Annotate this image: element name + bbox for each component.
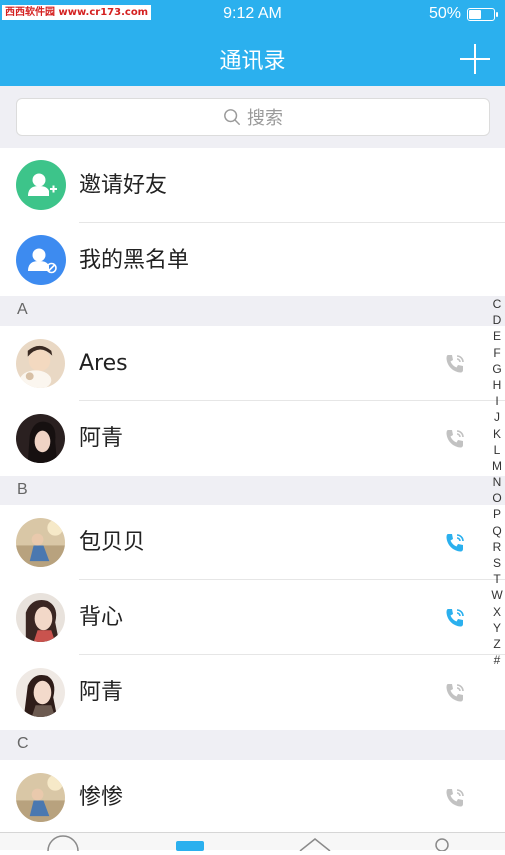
avatar [16, 593, 65, 642]
avatar [16, 414, 65, 463]
avatar [16, 773, 65, 822]
invite-friends-label: 邀请好友 [79, 173, 168, 198]
tab-bar-icons [47, 835, 449, 852]
index-letter[interactable]: C [489, 296, 505, 312]
index-letter[interactable]: T [489, 571, 505, 587]
contact-row[interactable]: 包贝贝 [0, 505, 505, 580]
battery-icon [467, 8, 498, 21]
blocked-user-icon [16, 235, 66, 285]
nav-bar: 通讯录 [0, 28, 505, 86]
index-letter[interactable]: D [489, 312, 505, 328]
contact-row[interactable]: 阿青 [0, 401, 505, 476]
invite-user-icon [16, 160, 66, 210]
phone-icon[interactable] [443, 786, 467, 810]
contact-row[interactable]: 阿青 [0, 655, 505, 730]
index-letter[interactable]: Y [489, 620, 505, 636]
index-letter[interactable]: H [489, 377, 505, 393]
phone-icon[interactable] [443, 681, 467, 705]
add-contact-button[interactable] [460, 44, 490, 74]
search-icon [224, 109, 240, 125]
index-letter[interactable]: L [489, 442, 505, 458]
index-letter[interactable]: K [489, 426, 505, 442]
page-title: 通讯录 [219, 49, 286, 74]
index-letter[interactable]: R [489, 539, 505, 555]
avatar [16, 339, 65, 388]
contact-name: Ares [79, 351, 128, 376]
status-bar: 西西软件园 www.cr173.com 9:12 AM 50% [0, 0, 505, 28]
index-letter[interactable]: P [489, 506, 505, 522]
avatar [16, 668, 65, 717]
contact-name: 惨惨 [79, 785, 124, 810]
search-placeholder: 搜索 [247, 108, 283, 129]
index-letter[interactable]: F [489, 345, 505, 361]
index-letter[interactable]: N [489, 474, 505, 490]
index-letter[interactable]: I [489, 393, 505, 409]
tab-bar [0, 832, 505, 852]
phone-icon[interactable] [443, 427, 467, 451]
index-letter[interactable]: J [489, 409, 505, 425]
section-header-b: B [0, 476, 505, 506]
phone-icon[interactable] [443, 352, 467, 376]
index-letter[interactable]: E [489, 328, 505, 344]
blacklist-label: 我的黑名单 [79, 248, 190, 273]
index-letter[interactable]: W [489, 587, 505, 603]
contact-name: 阿青 [79, 680, 124, 705]
contact-row[interactable]: Ares [0, 326, 505, 401]
index-letter[interactable]: Z [489, 636, 505, 652]
battery-percent: 50% [428, 5, 461, 22]
index-letter[interactable]: Q [489, 523, 505, 539]
index-letter[interactable]: O [489, 490, 505, 506]
search-area: 搜索 [0, 86, 505, 148]
section-header-a: A [0, 296, 505, 326]
index-letter[interactable]: # [489, 652, 505, 668]
contact-name: 阿青 [79, 426, 124, 451]
search-input[interactable]: 搜索 [16, 98, 490, 136]
blacklist-row[interactable]: 我的黑名单 [0, 223, 505, 298]
index-letter[interactable]: M [489, 458, 505, 474]
avatar [16, 518, 65, 567]
index-letter[interactable]: G [489, 361, 505, 377]
invite-friends-row[interactable]: 邀请好友 [0, 148, 505, 223]
contact-row[interactable]: 背心 [0, 580, 505, 655]
index-letter[interactable]: S [489, 555, 505, 571]
contact-row[interactable]: 惨惨 [0, 760, 505, 835]
contact-name: 背心 [79, 605, 124, 630]
alphabet-index[interactable]: C D E F G H I J K L M N O P Q R S T W X Y Z # [489, 296, 505, 668]
phone-icon[interactable] [443, 531, 467, 555]
phone-icon[interactable] [443, 606, 467, 630]
section-header-c: C [0, 730, 505, 760]
contact-name: 包贝贝 [79, 530, 146, 555]
index-letter[interactable]: X [489, 604, 505, 620]
